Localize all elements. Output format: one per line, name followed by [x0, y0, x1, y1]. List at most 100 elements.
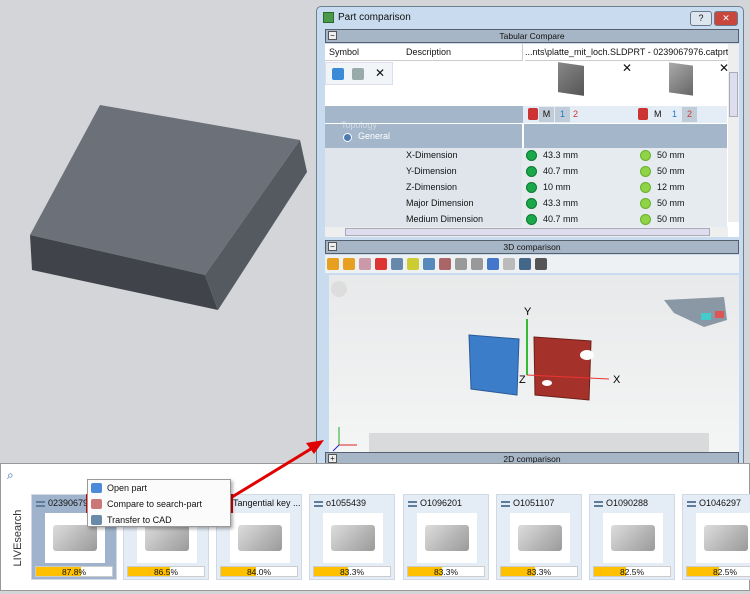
part1-value: 10 mm	[524, 179, 571, 195]
clear-icon[interactable]: ✕	[375, 66, 385, 80]
row-label: Medium Dimension	[406, 214, 484, 224]
vertical-scrollbar[interactable]	[728, 44, 739, 222]
3d-tool-icon[interactable]	[327, 258, 339, 270]
match-indicator-icon	[640, 214, 651, 226]
3d-viewport[interactable]: Y X Z	[329, 275, 739, 455]
3d-tool-icon[interactable]	[503, 258, 515, 270]
result-card[interactable]: O1096201 83.3%	[403, 494, 489, 580]
rows-container: X-Dimension 43.3 mm 50 mm Y-Dimension 40.…	[325, 148, 727, 237]
part2-value: 50 mm	[638, 147, 685, 163]
table-icon[interactable]	[638, 108, 648, 120]
expand-icon[interactable]: +	[328, 454, 337, 463]
print-icon[interactable]	[352, 68, 364, 80]
value-text: 43.3 mm	[543, 150, 579, 160]
value-text: 50 mm	[657, 150, 685, 160]
menu-icon[interactable]	[408, 501, 417, 507]
row-label: Major Dimension	[406, 198, 474, 208]
3d-tool-icon[interactable]	[343, 258, 355, 270]
menu-icon[interactable]	[687, 501, 696, 507]
menu-icon[interactable]	[36, 501, 45, 507]
table-header-left: Symbol Description	[325, 44, 523, 61]
3d-tool-icon[interactable]	[455, 258, 467, 270]
similarity-score: 84.0%	[246, 567, 272, 577]
match-indicator-icon	[526, 214, 537, 226]
menu-icon[interactable]	[314, 501, 323, 507]
menu-item-transfer-to-cad[interactable]: Transfer to CAD	[88, 512, 230, 528]
horizontal-scrollbar[interactable]	[325, 227, 728, 237]
menu-icon[interactable]	[501, 501, 510, 507]
table-icon[interactable]	[528, 108, 538, 120]
value-text: 43.3 mm	[543, 198, 579, 208]
mode-m-button[interactable]: M	[654, 107, 662, 122]
transfer-icon	[91, 515, 102, 525]
col-description[interactable]: Description	[406, 44, 451, 61]
close-button[interactable]: ✕	[714, 11, 738, 26]
3d-tool-icon[interactable]	[375, 258, 387, 270]
3d-tool-icon[interactable]	[487, 258, 499, 270]
3d-tool-icon[interactable]	[519, 258, 531, 270]
3d-tool-icon[interactable]	[471, 258, 483, 270]
3d-tool-icon[interactable]	[439, 258, 451, 270]
result-card[interactable]: O1090288 82.5%	[589, 494, 675, 580]
similarity-score: 86.5%	[153, 567, 179, 577]
3d-tool-icon[interactable]	[423, 258, 435, 270]
mode-1-button[interactable]: 1	[672, 107, 677, 122]
similarity-score: 83.3%	[433, 567, 459, 577]
menu-label: Open part	[107, 483, 148, 493]
result-card[interactable]: O1046297 82.5%	[682, 494, 750, 580]
3d-tool-icon[interactable]	[535, 258, 547, 270]
3d-tool-icon[interactable]	[391, 258, 403, 270]
similarity-bar: 84.0%	[220, 566, 298, 577]
similarity-score: 83.3%	[339, 567, 365, 577]
menu-item-open-part[interactable]: Open part	[88, 480, 230, 496]
3d-tool-icon[interactable]	[359, 258, 371, 270]
axis-x-label: X	[613, 374, 621, 386]
search-icon[interactable]: ⌕	[7, 468, 14, 483]
result-name: O1046297	[699, 498, 742, 508]
result-card[interactable]: O1051107 83.3%	[496, 494, 582, 580]
result-name: o1055439	[326, 498, 367, 508]
collapse-icon[interactable]	[343, 133, 352, 142]
value-text: 50 mm	[657, 214, 685, 224]
similarity-bar: 87.8%	[35, 566, 113, 577]
collapse-icon[interactable]: −	[328, 31, 337, 40]
value-text: 12 mm	[657, 182, 685, 192]
table-row: Major Dimension	[325, 195, 521, 211]
similarity-bar: 82.5%	[686, 566, 750, 577]
help-button[interactable]: ?	[690, 11, 712, 26]
mode-2-button[interactable]: 2	[682, 107, 697, 122]
mode-1-button[interactable]: 1	[555, 107, 570, 122]
col-symbol[interactable]: Symbol	[329, 44, 359, 61]
part2-value: 50 mm	[638, 195, 685, 211]
anaglyph-glasses-icon[interactable]	[664, 297, 727, 327]
match-indicator-icon	[526, 150, 537, 162]
tabular-compare-table: Symbol Description ...nts\platte_mit_loc…	[325, 44, 739, 237]
mode-2-button[interactable]: 2	[573, 107, 578, 122]
scroll-thumb[interactable]	[729, 72, 738, 117]
similarity-bar: 82.5%	[593, 566, 671, 577]
row-label: Z-Dimension	[406, 182, 458, 192]
tabular-compare-header[interactable]: − Tabular Compare	[325, 29, 739, 43]
part-comparison-dialog: Part comparison ? ✕ − Tabular Compare Sym…	[316, 6, 744, 471]
part1-value: 43.3 mm	[524, 147, 578, 163]
3d-tool-icon[interactable]	[407, 258, 419, 270]
3d-comparison-header[interactable]: − 3D comparison	[325, 240, 739, 254]
remove-part1-icon[interactable]: ✕	[622, 61, 632, 75]
result-card[interactable]: o1055439 83.3%	[309, 494, 395, 580]
group-general[interactable]: Topology General	[325, 120, 727, 148]
refresh-icon[interactable]	[332, 68, 344, 80]
part2-value: 50 mm	[638, 163, 685, 179]
similarity-score: 83.3%	[526, 567, 552, 577]
menu-item-compare-to-search-part[interactable]: Compare to search-part	[88, 496, 230, 512]
table-row: Y-Dimension	[325, 163, 521, 179]
group-general-label: General	[358, 131, 391, 141]
menu-icon[interactable]	[594, 501, 603, 507]
mode-m-button[interactable]: M	[539, 107, 554, 122]
collapse-icon[interactable]: −	[328, 242, 337, 251]
part2-value: 50 mm	[638, 211, 685, 227]
result-thumbnail	[603, 513, 663, 563]
cad-model-view[interactable]	[25, 100, 325, 330]
scroll-thumb[interactable]	[345, 228, 710, 236]
result-thumbnail	[510, 513, 570, 563]
axis-triad-icon	[332, 427, 357, 452]
